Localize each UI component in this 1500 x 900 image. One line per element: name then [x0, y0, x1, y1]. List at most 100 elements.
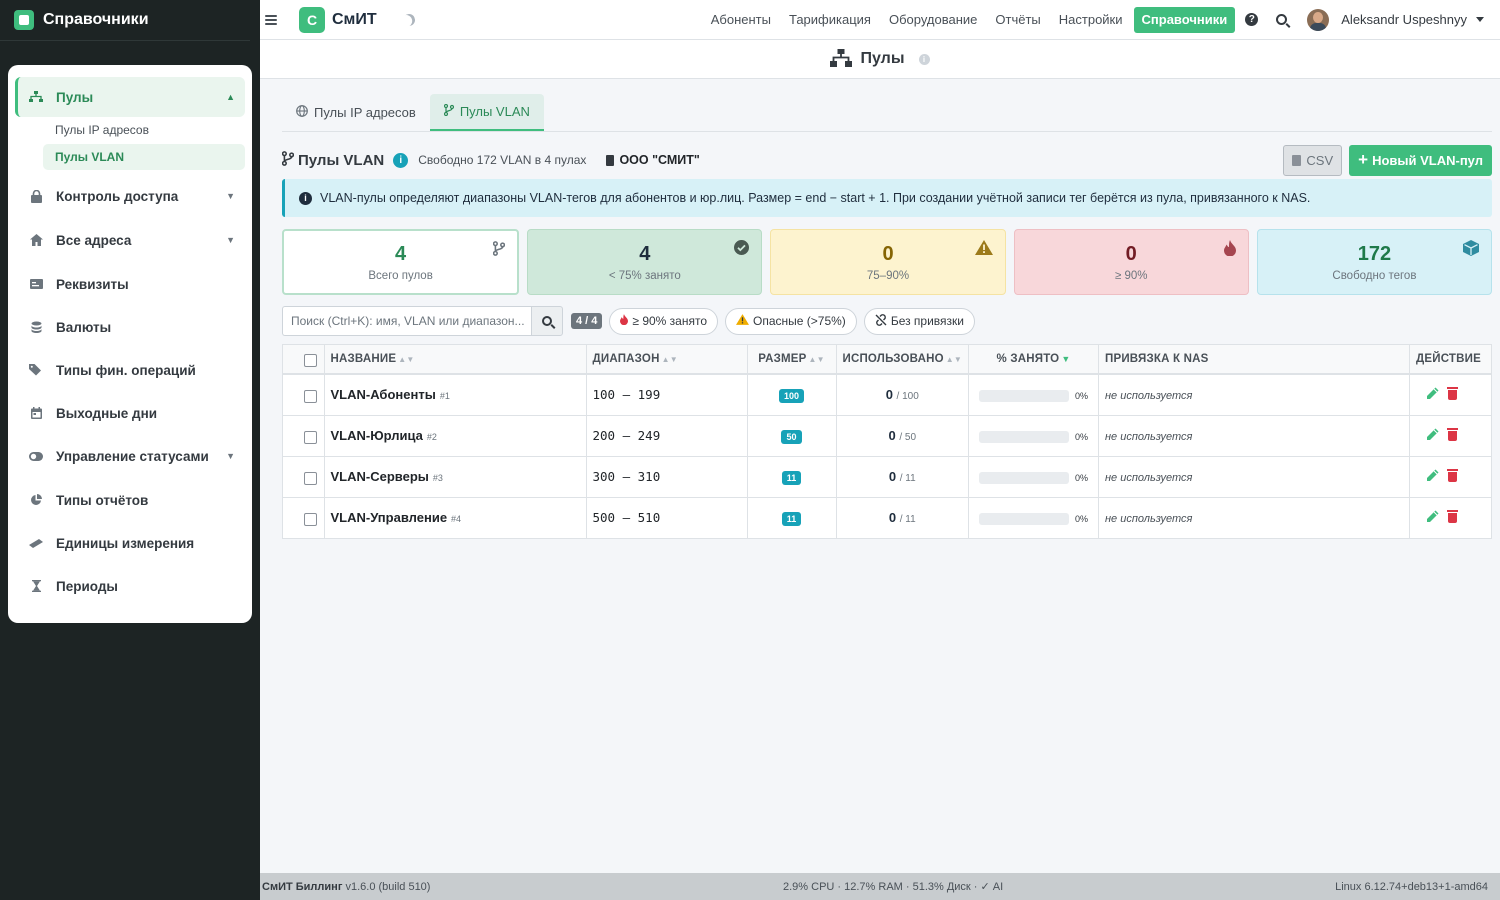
- unlink-icon: [875, 313, 887, 329]
- help-icon[interactable]: ?: [1245, 13, 1259, 26]
- tab-vlan-pools[interactable]: Пулы VLAN: [429, 94, 544, 131]
- sort-icon: ▲▼: [661, 355, 678, 364]
- header-label: НАЗВАНИЕ: [330, 353, 397, 365]
- sidebar-item-access-control[interactable]: Контроль доступа ▼: [15, 176, 245, 216]
- edit-pencil-icon[interactable]: [1426, 387, 1439, 400]
- sidebar-item-report-types[interactable]: Типы отчётов: [15, 480, 245, 520]
- delete-trash-icon[interactable]: [1446, 509, 1458, 523]
- sidebar-item-fin-operation-types[interactable]: Типы фин. операций: [15, 350, 245, 390]
- sidebar-item-addresses[interactable]: Все адреса ▼: [15, 220, 245, 260]
- stat-caption: < 75% занято: [608, 269, 681, 282]
- pool-name[interactable]: VLAN-Юрлица: [331, 428, 423, 443]
- pool-range: 100 — 199: [592, 387, 661, 403]
- sidebar-subitem-ip-pools[interactable]: Пулы IP адресов: [43, 117, 245, 143]
- row-checkbox[interactable]: [304, 512, 317, 526]
- table-row[interactable]: VLAN-Юрлица #2 200 — 249 50 0 / 50 0% не испол…: [283, 415, 1491, 457]
- column-used-header[interactable]: ИСПОЛЬЗОВАНО ▲▼: [836, 345, 969, 375]
- stat-75-90[interactable]: 0 75–90%: [770, 229, 1006, 295]
- pool-name-cell: VLAN-Абоненты #1: [324, 374, 587, 416]
- pool-total: / 100: [896, 391, 919, 403]
- tags-icon: [29, 363, 43, 377]
- table-row[interactable]: VLAN-Управление #4 500 — 510 11 0 / 11 0% не и…: [283, 497, 1491, 538]
- search-input[interactable]: Поиск (Ctrl+K): имя, VLAN или диапазон..…: [282, 306, 531, 336]
- app-logo[interactable]: С: [299, 6, 325, 33]
- pool-range-cell: 200 — 249: [586, 415, 748, 457]
- column-range-header[interactable]: ДИАПАЗОН ▲▼: [586, 345, 748, 375]
- menu-toggle-icon[interactable]: [265, 14, 277, 25]
- avatar[interactable]: [1307, 8, 1330, 31]
- sidebar-item-currencies[interactable]: Валюты: [15, 307, 245, 347]
- nav-link-settings[interactable]: Настройки: [1050, 12, 1132, 27]
- column-size-header[interactable]: РАЗМЕР ▲▼: [747, 345, 837, 375]
- pool-id: #4: [451, 514, 462, 525]
- table-header-row: НАЗВАНИЕ ▲▼ ДИАПАЗОН ▲▼ РАЗМЕР ▲▼ ИСПОЛЬЗОВ…: [283, 345, 1491, 375]
- nav-link-reports[interactable]: Отчёты: [986, 12, 1049, 27]
- dark-mode-moon-icon[interactable]: [401, 12, 416, 27]
- user-name[interactable]: Aleksandr Uspeshnyy: [1341, 12, 1467, 27]
- info-icon[interactable]: i: [918, 53, 930, 65]
- edit-pencil-icon[interactable]: [1426, 510, 1439, 523]
- calendar-icon: [29, 406, 43, 420]
- row-checkbox[interactable]: [304, 430, 317, 444]
- stat-over-90[interactable]: 0 ≥ 90%: [1013, 229, 1249, 295]
- nav-link-directories[interactable]: Справочники: [1133, 6, 1236, 33]
- filter-chip-unbound[interactable]: Без привязки: [863, 307, 976, 335]
- filter-chip-dangerous[interactable]: Опасные (>75%): [725, 307, 857, 335]
- row-checkbox[interactable]: [304, 471, 317, 485]
- sidebar-item-units[interactable]: Единицы измерения: [15, 523, 245, 563]
- delete-trash-icon[interactable]: [1446, 386, 1458, 400]
- delete-trash-icon[interactable]: [1446, 468, 1458, 482]
- stat-total-pools[interactable]: 4 Всего пулов: [282, 229, 520, 295]
- pool-nas-cell: не используется: [1098, 497, 1410, 538]
- organization-name: ООО "СМИТ": [619, 153, 700, 167]
- tab-ip-pools[interactable]: Пулы IP адресов: [282, 94, 430, 131]
- alert-text: VLAN-пулы определяют диапазоны VLAN-тего…: [320, 191, 1311, 205]
- nav-link-equipment[interactable]: Оборудование: [880, 12, 986, 27]
- csv-export-button[interactable]: CSV: [1283, 144, 1343, 176]
- row-checkbox[interactable]: [304, 389, 317, 403]
- occupancy-percent: 0%: [1074, 513, 1088, 524]
- sidebar-item-periods[interactable]: Периоды: [15, 566, 245, 606]
- column-occupied-header[interactable]: % ЗАНЯТО ▼: [968, 345, 1099, 375]
- pool-actions-cell: [1409, 497, 1491, 538]
- stat-under-75[interactable]: 4 < 75% занято: [527, 229, 763, 295]
- edit-pencil-icon[interactable]: [1426, 469, 1439, 482]
- filter-chip-over-90[interactable]: ≥ 90% занято: [609, 307, 719, 335]
- app-brand[interactable]: СмИТ: [332, 11, 377, 29]
- sidebar-item-requisites[interactable]: Реквизиты: [15, 264, 245, 304]
- pool-name[interactable]: VLAN-Управление: [331, 510, 448, 525]
- coins-icon: [29, 320, 43, 334]
- row-select-cell: [283, 497, 325, 538]
- pool-range: 200 — 249: [592, 428, 661, 443]
- select-all-checkbox[interactable]: [304, 354, 317, 367]
- table-row[interactable]: VLAN-Серверы #3 300 — 310 11 0 / 11 0% не испо…: [283, 456, 1491, 498]
- sidebar-item-pools[interactable]: Пулы ▲: [15, 77, 245, 117]
- nas-binding: не используется: [1104, 513, 1193, 526]
- nav-link-subscribers[interactable]: Абоненты: [702, 12, 780, 27]
- info-icon[interactable]: i: [393, 152, 409, 168]
- tab-label: Пулы VLAN: [459, 104, 530, 119]
- pool-id: #2: [426, 432, 437, 442]
- search-button[interactable]: [531, 306, 563, 336]
- pool-name[interactable]: VLAN-Абоненты: [331, 387, 436, 402]
- table-row[interactable]: VLAN-Абоненты #1 100 — 199 100 0 / 100 0% не и…: [283, 374, 1491, 416]
- sidebar-brand[interactable]: Справочники: [0, 0, 250, 41]
- sort-desc-icon: ▼: [1061, 354, 1071, 364]
- search-icon[interactable]: [1276, 14, 1288, 25]
- new-button-label: Новый VLAN-пул: [1372, 152, 1483, 168]
- sidebar-subitem-vlan-pools[interactable]: Пулы VLAN: [43, 144, 245, 170]
- edit-pencil-icon[interactable]: [1426, 428, 1439, 441]
- footer-app-info: СмИТ Биллинг v1.6.0 (build 510): [262, 881, 430, 893]
- fire-icon: [620, 314, 629, 328]
- nav-link-tariffs[interactable]: Тарификация: [780, 12, 880, 27]
- pool-range: 500 — 510: [592, 510, 661, 526]
- pool-name[interactable]: VLAN-Серверы: [331, 469, 429, 484]
- column-name-header[interactable]: НАЗВАНИЕ ▲▼: [324, 345, 587, 375]
- stat-free-tags[interactable]: 172 Свободно тегов: [1256, 229, 1493, 295]
- user-menu-caret-icon[interactable]: [1476, 17, 1484, 22]
- sidebar-item-status-management[interactable]: Управление статусами ▼: [15, 436, 245, 476]
- new-vlan-pool-button[interactable]: + Новый VLAN-пул: [1349, 144, 1492, 176]
- delete-trash-icon[interactable]: [1446, 427, 1458, 441]
- pool-name-cell: VLAN-Управление #4: [324, 497, 587, 538]
- sidebar-item-holidays[interactable]: Выходные дни: [15, 393, 245, 433]
